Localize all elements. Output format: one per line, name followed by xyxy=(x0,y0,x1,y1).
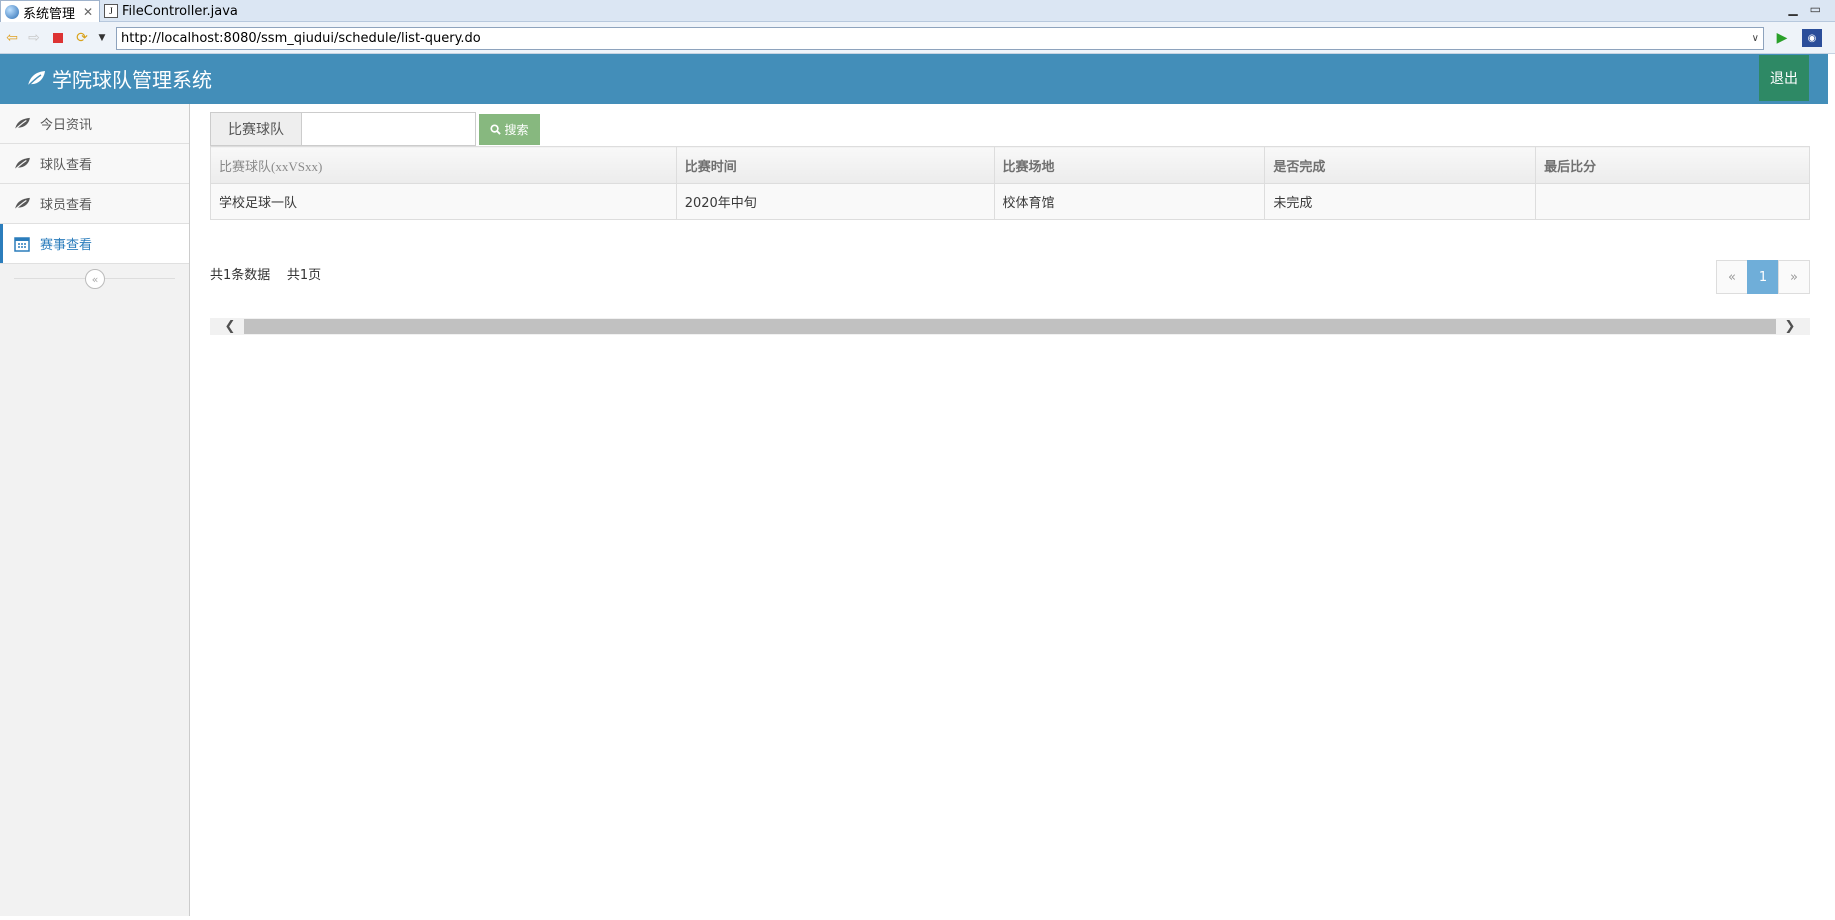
java-file-icon: J xyxy=(104,4,118,18)
brand: 学院球队管理系统 xyxy=(26,64,212,93)
app-title: 学院球队管理系统 xyxy=(52,68,212,92)
total-pages: 共1页 xyxy=(286,268,322,283)
pagination-summary: 共1条数据 共1页 xyxy=(210,264,321,283)
table-cell: 2020年中旬 xyxy=(675,183,995,220)
search-input[interactable] xyxy=(302,112,476,146)
chevron-left-icon[interactable]: ❮ xyxy=(220,318,240,335)
minimize-icon[interactable]: ▁ xyxy=(1788,2,1797,16)
chevron-down-icon[interactable]: ∨ xyxy=(1752,28,1759,49)
tab-label: 系统管理 xyxy=(23,6,76,22)
search-icon xyxy=(490,124,502,135)
sidebar-item-label: 球员查看 xyxy=(40,198,93,213)
url-text: http://localhost:8080/ssm_qiudui/schedul… xyxy=(121,31,481,46)
sidebar-item-label: 今日资讯 xyxy=(40,118,93,133)
web-browser-icon[interactable]: ◉ xyxy=(1802,29,1822,47)
table-header-row: 比赛球队(xxVSxx) 比赛时间 比赛场地 是否完成 最后比分 xyxy=(210,146,1810,184)
sidebar: 今日资讯 球队查看 球员查看 赛事查看 « xyxy=(0,104,190,916)
maximize-icon[interactable]: ▭ xyxy=(1810,2,1821,16)
stop-icon[interactable] xyxy=(50,30,66,46)
pager: « 1 » xyxy=(1716,260,1810,294)
url-field[interactable]: http://localhost:8080/ssm_qiudui/schedul… xyxy=(116,27,1764,50)
search-button-label: 搜索 xyxy=(504,123,529,137)
sidebar-item-matches[interactable]: 赛事查看 xyxy=(0,224,189,264)
logout-button[interactable]: 退出 xyxy=(1759,55,1809,101)
scrollbar-thumb[interactable] xyxy=(244,319,1776,334)
prev-page-button[interactable]: « xyxy=(1716,260,1748,294)
collapse-icon[interactable]: « xyxy=(85,269,105,289)
column-header[interactable]: 最后比分 xyxy=(1535,146,1810,184)
column-header[interactable]: 比赛球队(xxVSxx) xyxy=(210,146,677,184)
column-header[interactable]: 比赛时间 xyxy=(675,146,995,184)
tab-system-management[interactable]: 系统管理 ✕ xyxy=(0,0,101,23)
column-header[interactable]: 是否完成 xyxy=(1264,146,1537,184)
table-cell xyxy=(1535,183,1810,220)
editor-tab-strip: 系统管理 ✕ J FileController.java ▁ ▭ xyxy=(0,0,1835,23)
forward-icon[interactable]: ⇨ xyxy=(26,30,42,46)
browser-toolbar: ⇦ ⇨ ⟳ ▼ http://localhost:8080/ssm_qiudui… xyxy=(0,22,1835,54)
sidebar-item-players[interactable]: 球员查看 xyxy=(0,184,189,224)
sidebar-item-news[interactable]: 今日资讯 xyxy=(0,104,189,144)
page-button-current[interactable]: 1 xyxy=(1747,260,1779,294)
next-page-button[interactable]: » xyxy=(1778,260,1810,294)
table-cell: 未完成 xyxy=(1264,183,1537,220)
tab-label: FileController.java xyxy=(122,3,238,19)
tab-file-controller[interactable]: J FileController.java xyxy=(100,0,244,22)
sidebar-item-label: 球队查看 xyxy=(40,158,93,173)
back-icon[interactable]: ⇦ xyxy=(4,30,20,46)
table-cell: 校体育馆 xyxy=(993,183,1266,220)
sidebar-item-teams[interactable]: 球队查看 xyxy=(0,144,189,184)
search-button[interactable]: 搜索 xyxy=(479,114,540,145)
close-icon[interactable]: ✕ xyxy=(83,5,93,19)
go-icon[interactable]: ▶ xyxy=(1774,30,1790,46)
leaf-icon xyxy=(12,117,32,131)
search-label: 比赛球队 xyxy=(210,112,302,146)
main-content: 比赛球队 搜索 比赛球队(xxVSxx) 比赛时间 比赛场地 是否完成 最后比分… xyxy=(210,112,1810,335)
sidebar-collapse: « xyxy=(0,264,189,294)
leaf-icon xyxy=(26,70,45,88)
globe-icon xyxy=(5,5,19,19)
app-header: 学院球队管理系统 退出 xyxy=(0,54,1828,104)
chevron-right-icon[interactable]: ❯ xyxy=(1780,318,1800,335)
horizontal-scrollbar[interactable]: ❮ ❯ xyxy=(210,318,1810,335)
table-row[interactable]: 学校足球一队 2020年中旬 校体育馆 未完成 xyxy=(210,183,1810,220)
schedule-table: 比赛球队(xxVSxx) 比赛时间 比赛场地 是否完成 最后比分 学校足球一队 … xyxy=(210,146,1810,220)
column-header[interactable]: 比赛场地 xyxy=(993,146,1266,184)
calendar-icon xyxy=(12,236,32,252)
table-cell: 学校足球一队 xyxy=(210,183,677,220)
total-records: 共1条数据 xyxy=(210,268,271,283)
pagination-row: 共1条数据 共1页 « 1 » xyxy=(210,260,1810,294)
refresh-icon[interactable]: ⟳ xyxy=(74,30,90,46)
leaf-icon xyxy=(12,197,32,211)
leaf-icon xyxy=(12,157,32,171)
dropdown-icon[interactable]: ▼ xyxy=(94,30,110,46)
search-bar: 比赛球队 搜索 xyxy=(210,112,1810,146)
sidebar-item-label: 赛事查看 xyxy=(40,238,93,253)
